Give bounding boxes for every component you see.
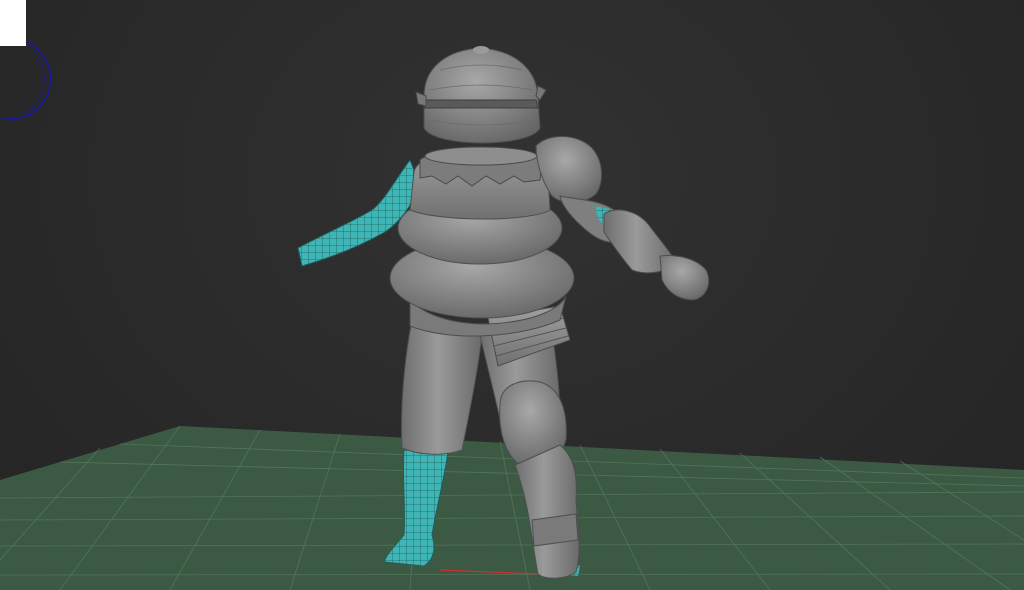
right-gauntlet (659, 255, 710, 301)
helmet-visor-slit (423, 99, 539, 109)
left-trouser (400, 319, 483, 455)
left-arm-wireframe (297, 158, 421, 267)
view-cube-ring-icon[interactable] (1, 41, 52, 123)
viewport-scene[interactable] (0, 0, 1024, 590)
3d-viewport[interactable] (0, 0, 1024, 590)
helmet (423, 47, 541, 144)
